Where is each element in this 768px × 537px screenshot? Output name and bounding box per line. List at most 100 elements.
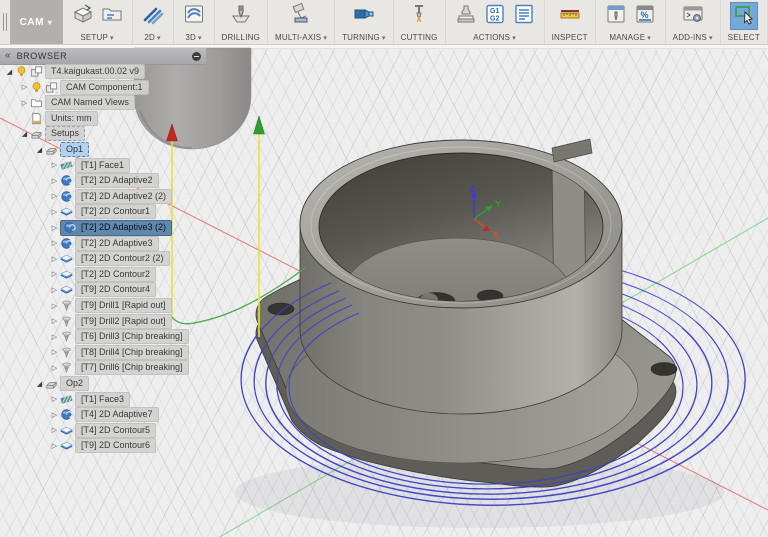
inspect-ruler-button[interactable] (557, 3, 583, 29)
milling-3d-button[interactable] (181, 3, 207, 29)
collapsed-arrow-icon[interactable]: ▷ (49, 239, 60, 247)
browser-tree-row[interactable]: ▷[T1] Face3 (49, 392, 130, 407)
toolbar-group-label-3d[interactable]: 3D▾ (185, 33, 201, 42)
collapsed-arrow-icon[interactable]: ▷ (19, 99, 30, 107)
browser-panel: « BROWSER ◢T4.kaigukast.00.02 v9▷CAM Com… (0, 48, 212, 65)
browser-tree-row[interactable]: ▷[T9] Drill2 [Rapid out] (49, 314, 172, 329)
browser-tree-row[interactable]: ◢Setups (19, 126, 85, 141)
cutting-button[interactable] (406, 3, 432, 29)
collapsed-arrow-icon[interactable]: ▷ (49, 161, 60, 169)
expanded-arrow-icon[interactable]: ◢ (34, 380, 45, 388)
browser-tree-row[interactable]: ◢T4.kaigukast.00.02 v9 (4, 64, 145, 79)
browser-tree-row[interactable]: ▷[T2] 2D Contour2 (49, 267, 156, 282)
collapsed-arrow-icon[interactable]: ▷ (49, 317, 60, 325)
expanded-arrow-icon[interactable]: ◢ (19, 130, 30, 138)
browser-tree-row[interactable]: ▷[T2] 2D Adaptive3 (2) (49, 220, 172, 235)
collapsed-arrow-icon[interactable]: ▷ (49, 177, 60, 185)
setup-folder-button[interactable] (99, 3, 125, 29)
feeds-speeds-button[interactable]: % (632, 3, 658, 29)
chevron-down-icon: ▾ (110, 34, 114, 42)
collapsed-arrow-icon[interactable]: ▷ (49, 286, 60, 294)
browser-tree-row[interactable]: ◢Op2 (34, 376, 89, 391)
toolbar-group-label-select[interactable]: SELECT (728, 33, 760, 42)
drilling-icon (229, 2, 253, 31)
browser-tree-row[interactable]: ▷ [T9] 2D Contour4 (49, 282, 156, 297)
browser-tree-row[interactable]: ◢Op1 (34, 142, 89, 157)
collapsed-arrow-icon[interactable]: ▷ (49, 333, 60, 341)
browser-tree-row[interactable]: ▷[T9] 2D Contour6 (49, 438, 156, 453)
toolbar-group-label-manage[interactable]: MANAGE▾ (609, 33, 651, 42)
browser-tree-row[interactable]: ▷[T9] Drill1 [Rapid out] (49, 298, 172, 313)
cad-model[interactable] (256, 139, 677, 487)
collapsed-arrow-icon[interactable]: ▷ (49, 208, 60, 216)
toolbar-group-inspect: INSPECT (545, 0, 596, 44)
toolbar-group-label-setup[interactable]: SETUP▾ (80, 33, 113, 42)
milling-2d-button[interactable] (140, 3, 166, 29)
browser-tree-row[interactable]: ▷[T1] Face1 (49, 158, 130, 173)
expanded-arrow-icon[interactable]: ◢ (34, 146, 45, 154)
post-process-icon (454, 2, 478, 31)
collapsed-arrow-icon[interactable]: ▷ (49, 348, 60, 356)
collapsed-arrow-icon[interactable]: ▷ (49, 192, 60, 200)
browser-tree-row[interactable]: Units: mm (19, 111, 98, 126)
setup-icon (30, 127, 43, 140)
collapsed-arrow-icon[interactable]: ▷ (49, 255, 60, 263)
add-ins-button[interactable] (680, 3, 706, 29)
multi-axis-button[interactable] (288, 3, 314, 29)
panel-options-icon[interactable] (192, 52, 201, 61)
browser-tree-row[interactable]: ▷[T4] 2D Adaptive7 (49, 407, 159, 422)
toolbar-drag-handle[interactable] (0, 0, 10, 44)
chevron-down-icon: ▾ (323, 34, 327, 42)
drilling-button[interactable] (228, 3, 254, 29)
workspace-switcher[interactable]: CAM ▾ (10, 0, 63, 44)
collapsed-arrow-icon[interactable]: ▷ (19, 83, 30, 91)
collapsed-arrow-icon[interactable]: ▷ (49, 426, 60, 434)
face-icon (60, 159, 73, 172)
browser-tree-row[interactable]: ▷[T2] 2D Adaptive2 (2) (49, 189, 172, 204)
collapsed-arrow-icon[interactable]: ▷ (49, 395, 60, 403)
browser-tree-row[interactable]: ▷[T7] Drill6 [Chip breaking] (49, 360, 189, 375)
browser-tree-row[interactable]: ▷CAM Named Views (19, 95, 135, 110)
collapsed-arrow-icon[interactable]: ▷ (49, 442, 60, 450)
adaptive-icon (63, 221, 76, 234)
post-process-button[interactable] (453, 3, 479, 29)
toolbar-group-label-actions[interactable]: ACTIONS▾ (473, 33, 516, 42)
turning-button[interactable] (351, 3, 377, 29)
group-label-text: MANAGE (609, 33, 645, 42)
collapsed-arrow-icon[interactable]: ▷ (49, 270, 60, 278)
collapsed-arrow-icon[interactable]: ▷ (49, 302, 60, 310)
expanded-arrow-icon[interactable]: ◢ (4, 68, 15, 76)
browser-tree-row[interactable]: ▷[T8] Drill4 [Chip breaking] (49, 345, 189, 360)
toolbar-group-label-turning[interactable]: TURNING▾ (342, 33, 386, 42)
toolbar-group-label-inspect[interactable]: INSPECT (552, 33, 588, 42)
tree-item-label: [T9] 2D Contour4 (75, 282, 156, 297)
browser-header: « BROWSER (0, 48, 206, 65)
collapsed-arrow-icon[interactable]: ▷ (49, 364, 60, 372)
workspace-label: CAM (20, 17, 44, 28)
setup-sheet-button[interactable] (511, 3, 537, 29)
adaptive-icon (60, 174, 73, 187)
browser-tree-row[interactable]: ▷[T2] 2D Contour2 (2) (49, 251, 170, 266)
selected-tree-item[interactable]: [T2] 2D Adaptive3 (2) (60, 220, 172, 236)
collapse-panel-icon[interactable]: « (5, 51, 11, 61)
browser-tree-row[interactable]: ▷[T2] 2D Adaptive2 (49, 173, 159, 188)
toolbar-group-setup: SETUP▾ (63, 0, 133, 44)
toolbar-group-multi-axis: MULTI-AXIS▾ (268, 0, 335, 44)
browser-tree-row[interactable]: ▷[T4] 2D Contour5 (49, 423, 156, 438)
browser-tree-row[interactable]: ▷CAM Component:1 (19, 80, 149, 95)
browser-tree-row[interactable]: ▷[T2] 2D Contour1 (49, 204, 156, 219)
toolbar-group-label-add-ins[interactable]: ADD-INS▾ (673, 33, 713, 42)
browser-tree-row[interactable]: ▷[T6] Drill3 [Chip breaking] (49, 329, 189, 344)
toolbar-group-label-drilling[interactable]: DRILLING (222, 33, 261, 42)
browser-tree-row[interactable]: ▷[T2] 2D Adaptive3 (49, 236, 159, 251)
select-cursor-button[interactable] (731, 3, 757, 29)
collapsed-arrow-icon[interactable]: ▷ (49, 411, 60, 419)
toolbar-group-label-2d[interactable]: 2D▾ (144, 33, 160, 42)
toolbar-group-label-multi-axis[interactable]: MULTI-AXIS▾ (275, 33, 327, 42)
collapsed-arrow-icon[interactable]: ▷ (49, 224, 60, 232)
tool-library-button[interactable] (603, 3, 629, 29)
g1g2-button[interactable]: G1G2 (482, 3, 508, 29)
toolbar-group-label-cutting[interactable]: CUTTING (401, 33, 438, 42)
retract-arrow-green (254, 116, 265, 134)
setup-stock-button[interactable] (70, 3, 96, 29)
